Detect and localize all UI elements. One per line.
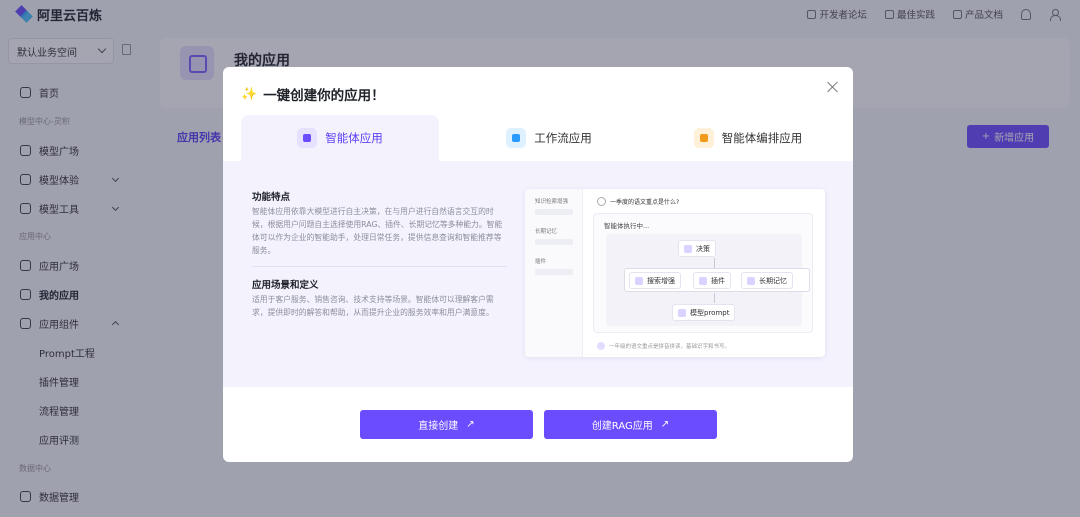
tab-agent-app[interactable]: 智能体应用 — [241, 115, 439, 161]
tab-label: 工作流应用 — [534, 131, 592, 145]
node-label: 模型prompt — [690, 308, 730, 317]
tab-panel: 功能特点 智能体应用依靠大模型进行自主决策，在与用户进行自然语言交互的时候，根据… — [223, 161, 853, 387]
user-icon — [597, 197, 606, 206]
tab-orchestration-app[interactable]: 智能体编排应用 — [653, 115, 843, 161]
node-label: 长期记忆 — [759, 276, 787, 285]
arrow-up-right-icon: ↗ — [660, 419, 670, 430]
preview-side-item: 插件 — [535, 259, 547, 265]
preview-side-item: 长期记忆 — [535, 229, 558, 235]
preview-placeholder-bar — [535, 209, 573, 215]
app-type-tabs: 智能体应用 工作流应用 智能体编排应用 — [223, 115, 853, 161]
search-icon — [635, 276, 643, 285]
divider — [252, 266, 507, 267]
preview-placeholder-bar — [535, 239, 573, 245]
flow-connector — [714, 258, 715, 268]
preview-flow: 决策 搜索增强 插件 长期记忆 模型prompt — [606, 234, 810, 326]
preview-node-model: 模型prompt — [672, 304, 736, 321]
scenario-desc: 适用于客户服务、销售咨询、技术支持等场景。智能体可以理解客户需求，提供即时的解答… — [252, 295, 494, 317]
node-label: 搜索增强 — [647, 276, 675, 285]
preview-node-decision: 决策 — [678, 240, 716, 257]
create-app-modal: ✨ 一键创建你的应用！ 智能体应用 工作流应用 智能体编排应用 功能特点 智能体… — [223, 67, 853, 462]
preview-sidebar: 知识检索增强 长期记忆 插件 — [525, 189, 583, 357]
tab-workflow-app[interactable]: 工作流应用 — [459, 115, 639, 161]
workflow-icon — [506, 128, 527, 148]
preview-question-text: 一季度的语文重点是什么? — [610, 199, 680, 206]
decision-icon — [684, 244, 692, 253]
sparkle-icon: ✨ — [241, 86, 258, 102]
bot-icon — [597, 342, 605, 350]
agent-icon — [297, 128, 318, 148]
button-label: 直接创建 — [418, 421, 459, 432]
button-label: 创建RAG应用 — [591, 421, 653, 432]
node-label: 插件 — [711, 276, 725, 285]
scenario-title: 应用场景和定义 — [252, 280, 319, 291]
preview-placeholder-bar — [535, 269, 573, 275]
preview-answer-text: 一年级的语文重点是拼音拼读，基础识字和书写。 — [609, 344, 731, 350]
agent-preview-illustration: 知识检索增强 长期记忆 插件 一季度的语文重点是什么? 智能体执行中... 决策 — [525, 189, 825, 357]
direct-create-button[interactable]: 直接创建 ↗ — [360, 410, 533, 439]
create-rag-app-button[interactable]: 创建RAG应用 ↗ — [544, 410, 717, 439]
orchestration-icon — [693, 128, 714, 148]
node-label: 决策 — [696, 244, 710, 253]
preview-node-memory: 长期记忆 — [741, 272, 793, 289]
close-icon[interactable] — [827, 81, 839, 93]
features-title: 功能特点 — [252, 192, 291, 203]
flow-connector — [714, 293, 715, 303]
model-icon — [678, 308, 686, 317]
preview-question: 一季度的语文重点是什么? — [597, 197, 679, 206]
preview-answer: 一年级的语文重点是拼音拼读，基础识字和书写。 — [597, 342, 730, 350]
features-desc: 智能体应用依靠大模型进行自主决策，在与用户进行自然语言交互的时候，根据用户问题自… — [252, 207, 503, 255]
plugin-icon — [699, 276, 707, 285]
preview-side-item: 知识检索增强 — [535, 199, 569, 205]
preview-node-search: 搜索增强 — [629, 272, 681, 289]
arrow-up-right-icon: ↗ — [466, 419, 475, 430]
modal-title-text: 一键创建你的应用！ — [263, 88, 385, 104]
preview-exec-box: 智能体执行中... 决策 搜索增强 插件 长期记忆 模型prompt — [593, 213, 813, 333]
preview-executing: 智能体执行中... — [604, 222, 650, 230]
modal-title: ✨ 一键创建你的应用！ — [241, 84, 385, 105]
preview-node-plugin: 插件 — [693, 272, 731, 289]
preview-tools: 搜索增强 插件 长期记忆 — [624, 268, 810, 292]
memory-icon — [747, 276, 755, 285]
tab-label: 智能体编排应用 — [721, 131, 803, 145]
tab-label: 智能体应用 — [325, 131, 383, 145]
